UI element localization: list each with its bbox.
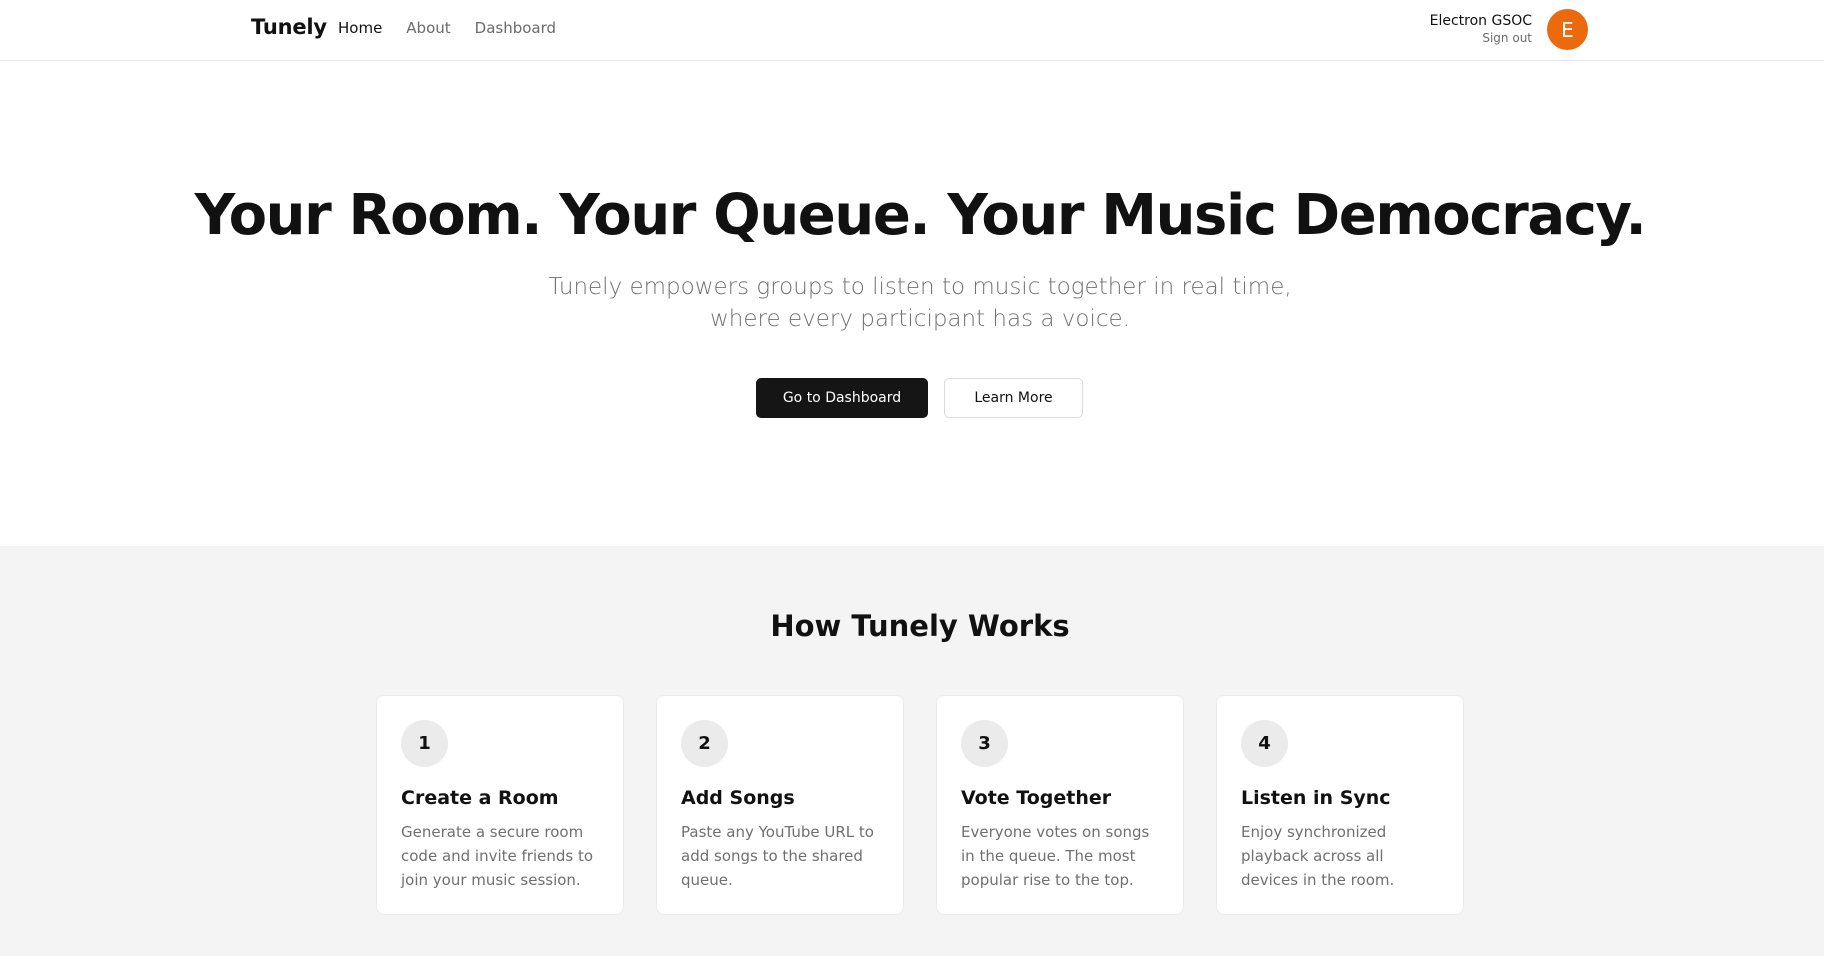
step-card-create-room: 1 Create a Room Generate a secure room c… <box>376 695 624 915</box>
step-title: Listen in Sync <box>1241 787 1391 809</box>
learn-more-button[interactable]: Learn More <box>944 378 1083 418</box>
step-title: Create a Room <box>401 787 559 809</box>
steps-grid: 1 Create a Room Generate a secure room c… <box>376 695 1464 915</box>
section-title: How Tunely Works <box>770 609 1070 643</box>
hero-subtitle: Tunely empowers groups to listen to musi… <box>548 274 1292 332</box>
user-info: Electron GSOC Sign out <box>1430 12 1532 47</box>
step-number-badge: 1 <box>401 720 448 767</box>
main-nav: Home About Dashboard <box>338 19 556 37</box>
avatar[interactable]: E <box>1547 9 1588 50</box>
step-number-badge: 4 <box>1241 720 1288 767</box>
step-card-add-songs: 2 Add Songs Paste any YouTube URL to add… <box>656 695 904 915</box>
hero-title: Your Room. Your Queue. Your Music Democr… <box>194 183 1647 248</box>
top-navbar: Tunely Home About Dashboard Electron GSO… <box>0 0 1824 61</box>
step-card-vote-together: 3 Vote Together Everyone votes on songs … <box>936 695 1184 915</box>
hero-section: Your Room. Your Queue. Your Music Democr… <box>0 62 1824 546</box>
go-to-dashboard-button[interactable]: Go to Dashboard <box>756 378 928 418</box>
brand-logo[interactable]: Tunely <box>251 15 327 39</box>
nav-home[interactable]: Home <box>338 19 382 37</box>
step-title: Vote Together <box>961 787 1112 809</box>
step-number-badge: 2 <box>681 720 728 767</box>
how-it-works-section: How Tunely Works 1 Create a Room Generat… <box>0 546 1824 956</box>
step-card-listen-in-sync: 4 Listen in Sync Enjoy synchronized play… <box>1216 695 1464 915</box>
step-number-badge: 3 <box>961 720 1008 767</box>
step-title: Add Songs <box>681 787 795 809</box>
step-description: Generate a secure room code and invite f… <box>401 823 594 889</box>
sign-out-link[interactable]: Sign out <box>1430 30 1532 47</box>
nav-dashboard[interactable]: Dashboard <box>475 19 556 37</box>
step-description: Enjoy synchronized playback across all d… <box>1241 823 1395 889</box>
step-description: Paste any YouTube URL to add songs to th… <box>681 823 874 889</box>
nav-about[interactable]: About <box>406 19 450 37</box>
step-description: Everyone votes on songs in the queue. Th… <box>961 823 1150 889</box>
user-name: Electron GSOC <box>1429 13 1532 29</box>
hero-actions: Go to Dashboard Learn More <box>756 378 1083 418</box>
